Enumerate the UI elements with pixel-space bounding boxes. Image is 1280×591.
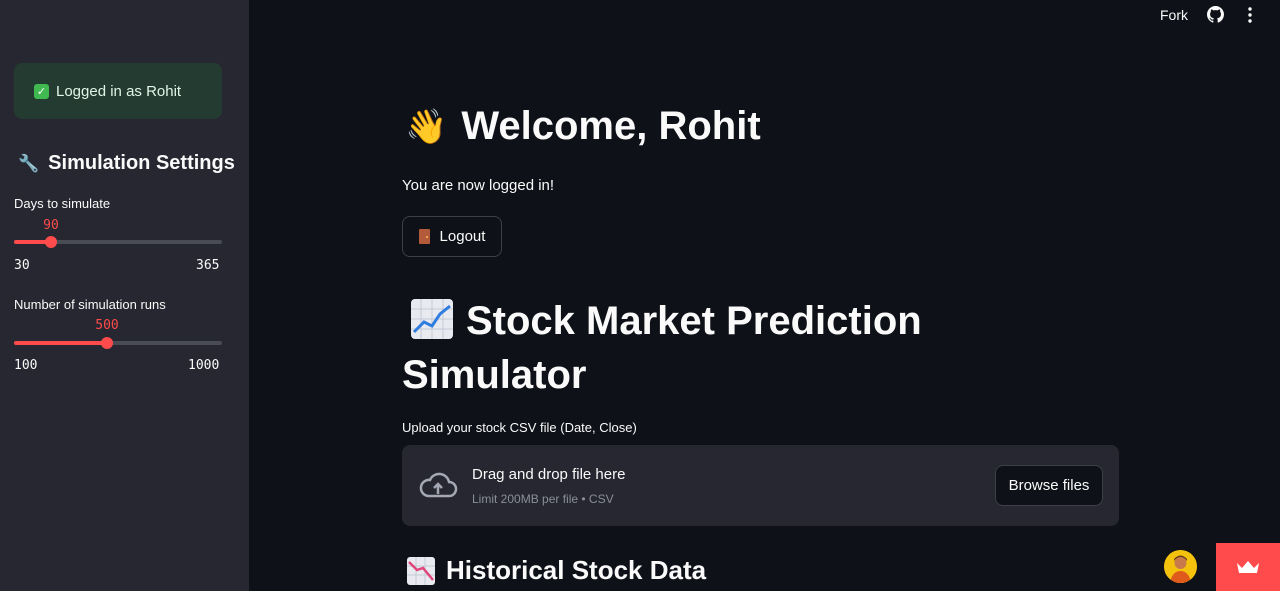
sidebar: ✓ Logged in as Rohit 🔧 Simulation Settin… <box>0 0 249 591</box>
check-icon: ✓ <box>34 83 49 99</box>
login-success-alert: ✓ Logged in as Rohit <box>14 63 222 119</box>
crown-icon <box>1237 561 1259 573</box>
days-slider-label: Days to simulate <box>14 196 111 211</box>
welcome-heading: 👋 Welcome, Rohit <box>405 104 761 149</box>
chart-increasing-icon <box>411 299 453 339</box>
browse-files-button[interactable]: Browse files <box>995 465 1103 506</box>
fork-button[interactable]: Fork <box>1160 7 1188 23</box>
days-slider-value: 90 <box>43 218 59 233</box>
cloud-upload-icon <box>419 472 458 498</box>
runs-slider-min: 100 <box>14 358 38 373</box>
door-icon <box>418 229 430 244</box>
github-icon[interactable] <box>1207 6 1224 23</box>
logout-button[interactable]: Logout <box>402 216 502 257</box>
upload-label: Upload your stock CSV file (Date, Close) <box>402 420 637 435</box>
runs-slider-thumb[interactable] <box>101 337 113 349</box>
waving-hand-icon: 👋 <box>405 107 448 146</box>
days-slider[interactable] <box>14 236 222 248</box>
historical-data-heading: Historical Stock Data <box>406 555 706 586</box>
more-menu-icon[interactable] <box>1242 6 1258 24</box>
runs-slider-max: 1000 <box>188 358 220 373</box>
login-status-text: Logged in as Rohit <box>56 82 182 100</box>
dropzone-instructions: Drag and drop file here <box>472 466 626 483</box>
runs-slider-label: Number of simulation runs <box>14 297 166 312</box>
days-slider-min: 30 <box>14 258 30 273</box>
runs-slider-value: 500 <box>95 318 119 333</box>
logged-in-text: You are now logged in! <box>402 177 555 194</box>
runs-slider[interactable] <box>14 337 222 349</box>
days-slider-max: 365 <box>196 258 220 273</box>
app-title-text: Stock Market Prediction Simulator <box>402 299 922 397</box>
historical-title: Historical Stock Data <box>446 555 707 585</box>
chart-decreasing-icon <box>407 556 435 585</box>
streamlit-deploy-button[interactable] <box>1216 543 1280 591</box>
welcome-title: Welcome, Rohit <box>461 104 761 148</box>
runs-slider-fill <box>14 341 107 345</box>
wrench-icon: 🔧 <box>18 153 40 173</box>
logout-label: Logout <box>439 228 486 245</box>
app-title: Stock Market Prediction Simulator <box>402 294 1002 402</box>
days-slider-thumb[interactable] <box>45 236 57 248</box>
dropzone-limit: Limit 200MB per file • CSV <box>472 492 614 506</box>
settings-title: Simulation Settings <box>48 152 235 174</box>
avatar[interactable] <box>1164 550 1197 583</box>
file-dropzone[interactable]: Drag and drop file here Limit 200MB per … <box>402 445 1119 526</box>
simulation-settings-heading: 🔧 Simulation Settings <box>18 152 235 175</box>
